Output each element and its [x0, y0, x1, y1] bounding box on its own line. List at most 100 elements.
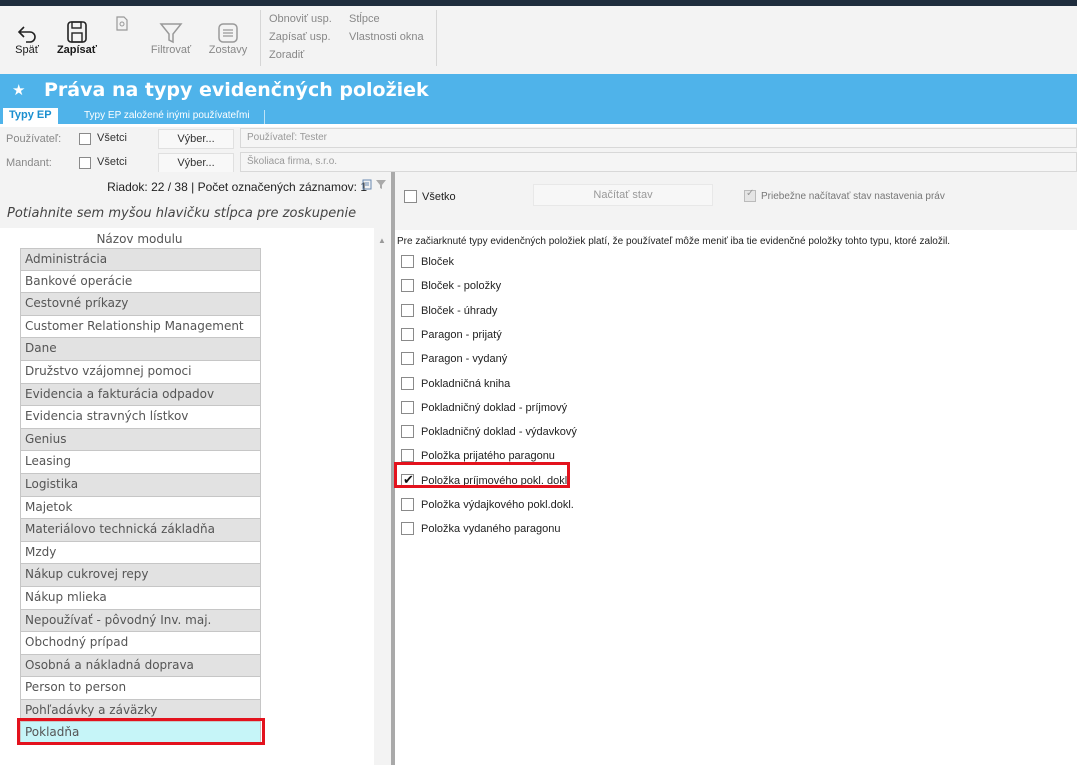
- column-header-module[interactable]: Názov modulu: [20, 230, 259, 248]
- module-panel: Riadok: 22 / 38 | Počet označených zázna…: [0, 172, 391, 765]
- module-grid: Názov modulu Administrácia Bankové operác…: [0, 228, 374, 765]
- user-select-button[interactable]: Výber...: [158, 129, 234, 149]
- module-row[interactable]: Družstvo vzájomnej pomoci: [20, 360, 261, 384]
- save-button[interactable]: Zapísať: [54, 20, 100, 56]
- sort-link[interactable]: Zoradiť: [269, 49, 304, 61]
- save-disk-icon: [67, 21, 87, 43]
- user-all-label: Všetci: [97, 132, 127, 144]
- scroll-up-icon[interactable]: ▲: [378, 236, 386, 245]
- module-row[interactable]: Administrácia: [20, 248, 261, 271]
- ep-type-checkbox[interactable]: [401, 255, 414, 268]
- window-properties-link[interactable]: Vlastnosti okna: [349, 31, 424, 43]
- ep-type-label: Pokladničný doklad - výdavkový: [421, 426, 577, 439]
- module-row[interactable]: Evidencia a fakturácia odpadov: [20, 383, 261, 407]
- ep-type-checkbox[interactable]: [401, 279, 414, 293]
- tab-typy-ep-others[interactable]: Typy EP založené inými používateľmi: [78, 108, 256, 124]
- module-row[interactable]: Dane: [20, 338, 261, 361]
- module-row[interactable]: Logistika: [20, 473, 261, 497]
- ep-type-checkbox[interactable]: [401, 400, 414, 414]
- toolbar: Späť Zapísať Filtrovať Zostavy Obnoviť u…: [0, 6, 1077, 74]
- back-button[interactable]: Späť: [10, 22, 44, 56]
- ep-type-label: Bloček: [421, 256, 455, 268]
- ep-type-checkbox[interactable]: [401, 425, 414, 439]
- module-row[interactable]: Cestovné príkazy: [20, 293, 261, 316]
- module-row[interactable]: Majetok: [20, 496, 261, 520]
- ep-type-checkbox[interactable]: [401, 303, 414, 317]
- module-row[interactable]: Mzdy: [20, 541, 261, 565]
- group-by-hint[interactable]: Potiahnite sem myšou hlavičku stĺpca pre…: [7, 206, 356, 221]
- save-label: Zapísať: [56, 44, 98, 56]
- preview-doc-icon: [116, 16, 128, 31]
- page-header: ★ Práva na typy evidenčných položiek: [0, 74, 1077, 106]
- columns-link[interactable]: Stĺpce: [349, 13, 380, 25]
- mandant-select-button[interactable]: Výber...: [158, 153, 234, 173]
- module-row[interactable]: Nepoužívať - pôvodný Inv. maj.: [20, 609, 261, 633]
- ep-type-checkbox[interactable]: [401, 352, 414, 366]
- write-layout-link[interactable]: Zapísať usp.: [269, 31, 331, 43]
- back-arrow-icon: [17, 26, 36, 43]
- user-value-field: Používateľ: Tester: [240, 128, 1077, 148]
- tab-typy-ep[interactable]: Typy EP: [3, 108, 58, 124]
- module-row[interactable]: Person to person: [20, 677, 261, 700]
- ep-type-label: Pokladničný doklad - príjmový: [421, 401, 568, 414]
- ep-type-checkbox[interactable]: [401, 327, 414, 341]
- status-icons: [362, 179, 386, 197]
- filter-funnel-icon: [159, 23, 183, 44]
- module-row[interactable]: Nákup cukrovej repy: [20, 564, 261, 587]
- favorite-star-icon[interactable]: ★: [12, 81, 25, 99]
- ep-type-label: Paragon - vydaný: [421, 353, 508, 366]
- module-row[interactable]: Osobná a nákladná doprava: [20, 654, 261, 678]
- back-label: Späť: [15, 44, 39, 56]
- ep-type-label: Paragon - prijatý: [421, 328, 502, 341]
- module-row[interactable]: Materiálovo technická základňa: [20, 519, 261, 542]
- module-rows: Administrácia Bankové operácie Cestovné pr…: [20, 248, 261, 746]
- ep-type-label: Položka prijatého paragonu: [421, 450, 555, 463]
- live-load-checkbox[interactable]: ✓: [744, 188, 756, 202]
- live-load-check-icon: ✓: [746, 188, 755, 199]
- ep-type-label: Pokladničná kniha: [421, 377, 511, 390]
- row-status: Riadok: 22 / 38 | Počet označených zázna…: [107, 180, 367, 194]
- rights-header: Všetko Načítať stav ✓ Priebežne načítava…: [395, 172, 1077, 230]
- ep-type-checkbox[interactable]: [401, 498, 414, 511]
- highlight-selected-module: [17, 718, 265, 745]
- tab-divider: [264, 110, 265, 124]
- ep-type-label: Položka vydaného paragonu: [421, 523, 561, 536]
- mandant-all-label: Všetci: [97, 156, 127, 168]
- rights-note: Pre začiarknuté typy evidenčných položie…: [397, 236, 951, 247]
- load-state-button[interactable]: Načítať stav: [533, 184, 713, 206]
- module-row[interactable]: Evidencia stravných lístkov: [20, 406, 261, 429]
- toolbar-divider: [260, 10, 261, 66]
- select-all-label: Všetko: [422, 191, 456, 203]
- app-window: Späť Zapísať Filtrovať Zostavy Obnoviť u…: [0, 0, 1077, 765]
- module-row[interactable]: Obchodný prípad: [20, 632, 261, 655]
- highlight-checked-item: [394, 462, 570, 488]
- mandant-all-checkbox[interactable]: [79, 157, 91, 169]
- user-filter-row: Používateľ: Všetci Výber... Používateľ: …: [0, 127, 1077, 151]
- ep-type-checkbox[interactable]: [401, 449, 414, 463]
- select-all-checkbox[interactable]: [404, 190, 417, 203]
- module-row[interactable]: Nákup mlieka: [20, 586, 261, 610]
- grid-filter-icon[interactable]: [376, 179, 386, 190]
- reports-button[interactable]: Zostavy: [205, 22, 251, 56]
- ep-type-label: Bloček - úhrady: [421, 304, 498, 317]
- reports-list-icon: [218, 23, 238, 43]
- module-row[interactable]: Leasing: [20, 451, 261, 474]
- tab-bar: Typy EP Typy EP založené inými používate…: [0, 106, 1077, 124]
- user-label: Používateľ:: [6, 133, 62, 145]
- ep-type-checkbox[interactable]: [401, 376, 414, 390]
- export-icon[interactable]: [362, 179, 372, 190]
- preview-button[interactable]: [114, 16, 130, 32]
- grid-scrollbar[interactable]: ▲: [374, 228, 391, 765]
- restore-layout-link[interactable]: Obnoviť usp.: [269, 13, 332, 25]
- reports-label: Zostavy: [208, 44, 248, 56]
- filter-button[interactable]: Filtrovať: [144, 22, 198, 56]
- mandant-value-field: Školiaca firma, s.r.o.: [240, 152, 1077, 172]
- toolbar-divider: [436, 10, 437, 66]
- module-row[interactable]: Genius: [20, 428, 261, 452]
- ep-type-label: Bloček - položky: [421, 280, 502, 293]
- user-all-checkbox[interactable]: [79, 133, 91, 145]
- ep-type-checkbox[interactable]: [401, 522, 414, 536]
- module-row[interactable]: Bankové operácie: [20, 270, 261, 294]
- page-title: Práva na typy evidenčných položiek: [44, 79, 429, 101]
- module-row[interactable]: Customer Relationship Management: [20, 315, 261, 339]
